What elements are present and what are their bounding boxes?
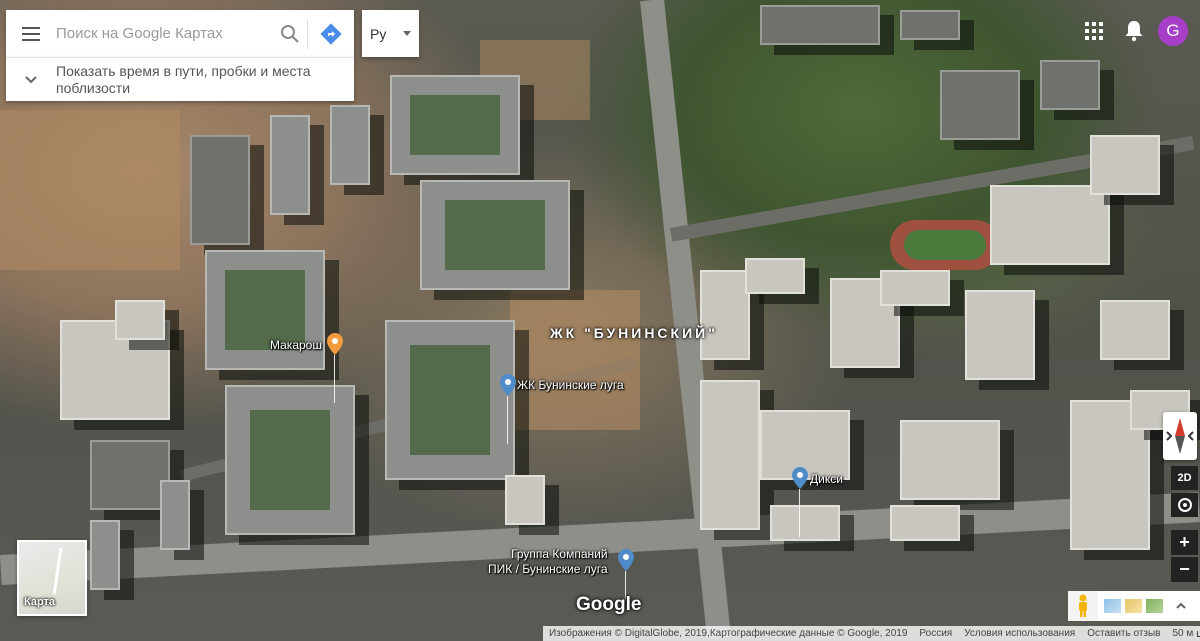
- toggle-2d-button[interactable]: 2D: [1171, 466, 1198, 490]
- building: [760, 5, 880, 45]
- building: [745, 258, 805, 294]
- building: [700, 270, 750, 360]
- building: [940, 70, 1020, 140]
- pegman-icon: [1079, 594, 1087, 617]
- scale-label: 50 м: [1172, 628, 1194, 639]
- search-button[interactable]: [273, 10, 307, 57]
- place-pin-icon[interactable]: [500, 374, 516, 396]
- chevron-up-icon[interactable]: [1175, 601, 1187, 611]
- district-label: ЖК "БУНИНСКИЙ": [550, 325, 718, 341]
- zoom-in-button[interactable]: +: [1171, 530, 1198, 555]
- courtyard: [250, 410, 330, 510]
- pin-stalk: [334, 355, 335, 403]
- place-label-pik-line1: Группа Компаний: [511, 547, 608, 561]
- hamburger-icon-line: [22, 32, 40, 35]
- scale-indicator[interactable]: 50 м: [1166, 628, 1200, 639]
- building: [1040, 60, 1100, 110]
- google-logo: Google: [576, 594, 642, 615]
- construction-area: [510, 290, 640, 430]
- courtyard: [410, 345, 490, 455]
- zoom-out-button[interactable]: −: [1171, 557, 1198, 582]
- building: [770, 505, 840, 541]
- building: [700, 380, 760, 530]
- caret-down-icon: [403, 31, 411, 36]
- building: [880, 270, 950, 306]
- terrain-layer-icon[interactable]: [1146, 599, 1163, 613]
- place-label-pik[interactable]: Группа Компаний ПИК / Бунинские луга: [488, 547, 608, 577]
- building: [890, 505, 960, 541]
- compass-icon: [1166, 418, 1194, 454]
- apps-grid-icon[interactable]: [1085, 22, 1103, 40]
- place-label-zhk-luga[interactable]: ЖК Бунинские луга: [517, 378, 624, 392]
- layers-bar: [1068, 591, 1200, 621]
- building: [90, 440, 170, 510]
- chevron-down-icon: [6, 75, 56, 85]
- building: [115, 300, 165, 340]
- place-label-makarosh[interactable]: Макарош: [270, 338, 322, 352]
- country-link[interactable]: Россия: [913, 628, 958, 639]
- building: [505, 475, 545, 525]
- building: [330, 105, 370, 185]
- bell-icon[interactable]: [1122, 18, 1146, 44]
- pin-stalk: [799, 489, 800, 537]
- building: [1100, 300, 1170, 360]
- directions-icon: [320, 22, 342, 45]
- construction-area: [0, 110, 180, 270]
- minimap-road: [52, 548, 63, 594]
- building: [900, 420, 1000, 500]
- traffic-layer-icon[interactable]: [1104, 599, 1121, 613]
- courtyard: [445, 200, 545, 270]
- language-select[interactable]: Ру: [362, 10, 419, 57]
- minimap-label: Карта: [24, 596, 56, 608]
- travel-info-text: Показать время в пути, пробки и места по…: [56, 62, 311, 96]
- language-selected: Ру: [370, 25, 387, 42]
- building: [190, 135, 250, 245]
- terms-link[interactable]: Условия использования: [958, 628, 1081, 639]
- building: [160, 480, 190, 550]
- building: [1090, 135, 1160, 195]
- hamburger-icon: [22, 26, 40, 29]
- stadium: [890, 220, 1000, 270]
- shop-pin-icon[interactable]: [792, 467, 808, 489]
- office-pin-icon[interactable]: [618, 549, 634, 571]
- map-type-toggle[interactable]: Карта: [17, 540, 87, 616]
- search-icon: [281, 24, 299, 43]
- building: [965, 290, 1035, 380]
- avatar[interactable]: G: [1158, 16, 1188, 46]
- hamburger-icon-line: [22, 38, 40, 41]
- building: [270, 115, 310, 215]
- place-label-diksi[interactable]: Дикси: [810, 472, 843, 486]
- pegman-button[interactable]: [1068, 591, 1098, 621]
- rotate-icon: [1177, 498, 1192, 512]
- rotate-button[interactable]: [1171, 493, 1198, 517]
- feedback-link[interactable]: Оставить отзыв: [1081, 628, 1166, 639]
- building: [90, 520, 120, 590]
- footer-bar: Изображения © DigitalGlobe, 2019,Картогр…: [543, 626, 1200, 641]
- travel-info-bar[interactable]: Показать время в пути, пробки и места по…: [6, 57, 354, 101]
- courtyard: [410, 95, 500, 155]
- menu-button[interactable]: [6, 10, 56, 57]
- compass-button[interactable]: [1163, 412, 1197, 460]
- attribution-text: Изображения © DigitalGlobe, 2019,Картогр…: [549, 628, 908, 639]
- building: [990, 185, 1110, 265]
- building: [900, 10, 960, 40]
- restaurant-pin-icon[interactable]: [327, 333, 343, 355]
- transit-layer-icon[interactable]: [1125, 599, 1142, 613]
- place-label-pik-line2: ПИК / Бунинские луга: [488, 562, 608, 576]
- pin-stalk: [507, 396, 508, 444]
- directions-button[interactable]: [308, 10, 354, 57]
- search-box: [6, 10, 354, 57]
- search-input[interactable]: [56, 18, 273, 49]
